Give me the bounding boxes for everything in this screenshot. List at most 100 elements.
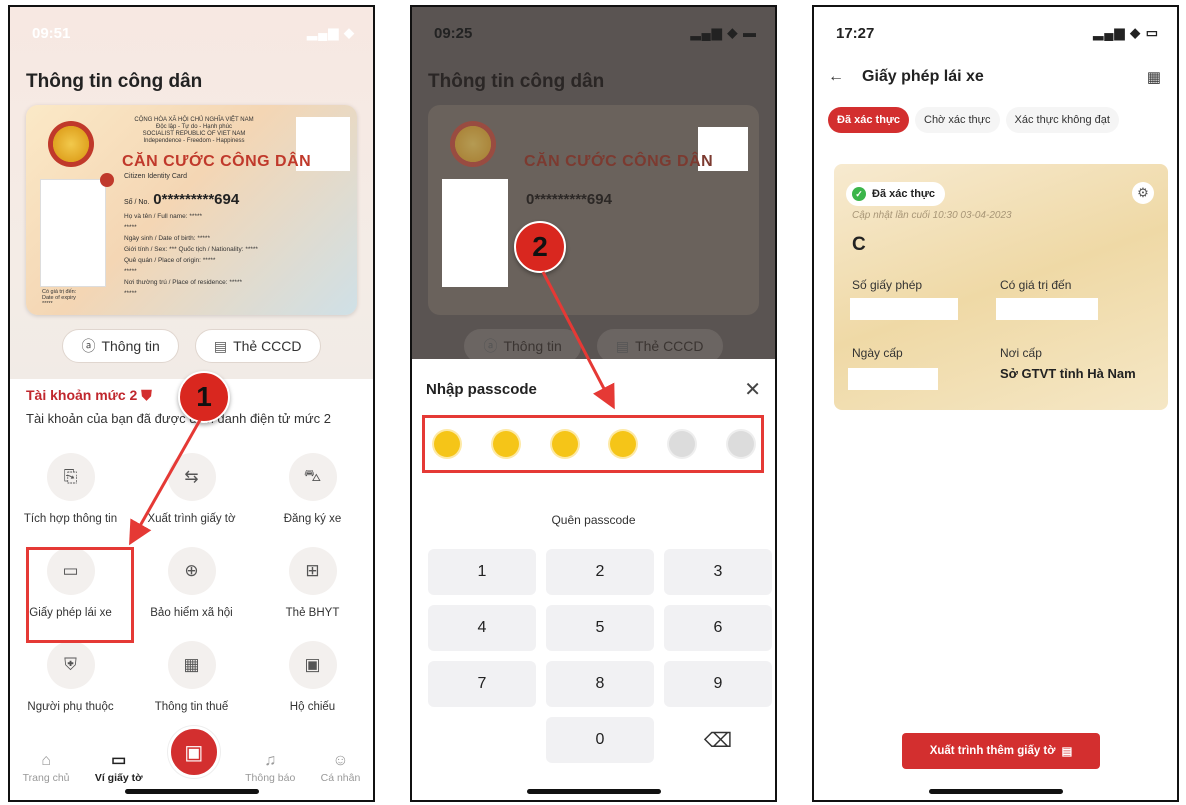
numeric-keypad: 1 2 3 4 5 6 7 8 9 0 ⌫ [428, 549, 772, 763]
card-expiry: Có giá trị đến: Date of expiry ***** [42, 289, 77, 307]
phone-screen-home: 09:51 ▂▄▆ ◆ Thông tin công dân CỘNG HÒA … [8, 5, 375, 802]
license-class: C [852, 234, 866, 255]
document-add-icon: ⎘ [46, 453, 95, 501]
present-more-documents-button[interactable]: Xuất trình thêm giấy tờ ▤ [902, 733, 1100, 769]
status-bar: 09:51 ▂▄▆ ◆ [32, 21, 355, 45]
valid-until-label: Có giá trị đến [1000, 278, 1072, 292]
gear-icon[interactable]: ⚙ [1132, 182, 1154, 204]
wallet-icon: ▭ [111, 752, 127, 769]
key-5[interactable]: 5 [546, 605, 654, 651]
user-circle-icon: ⓐ [483, 338, 498, 354]
back-arrow-icon[interactable]: ← [828, 68, 844, 86]
key-6[interactable]: 6 [664, 605, 772, 651]
chip-dot [100, 173, 114, 187]
key-9[interactable]: 9 [664, 661, 772, 707]
scan-button[interactable]: ▣ [167, 726, 220, 778]
info-button[interactable]: ⓐ Thông tin [62, 329, 179, 363]
card-title: CĂN CƯỚC CÔNG DÂN [122, 153, 312, 170]
home-indicator [526, 789, 661, 794]
step-2-badge: 2 [514, 221, 566, 273]
service-tax-info[interactable]: ▦ Thông tin thuế [131, 641, 252, 713]
service-health-insurance-card[interactable]: ⊞ Thẻ BHYT [252, 547, 373, 619]
citizen-id-card[interactable]: CỘNG HÒA XÃ HỘI CHỦ NGHĨA VIỆT NAM Độc l… [26, 105, 357, 315]
info-button: ⓐ Thông tin [464, 329, 581, 363]
service-vehicle-registration[interactable]: ⛍ Đăng ký xe [252, 453, 373, 525]
highlight-passcode [422, 415, 764, 473]
nav-notifications[interactable]: ♫ Thông báo [245, 752, 295, 784]
key-3[interactable]: 3 [664, 549, 772, 595]
national-emblem-icon [450, 121, 496, 167]
status-bar: 09:25 ▂▄▆ ◆ ▬ [434, 21, 757, 45]
highlight-driving-license [26, 547, 134, 643]
issue-place-label: Nơi cấp [1000, 346, 1042, 360]
id-card-button[interactable]: ▤ Thẻ CCCD [194, 329, 321, 363]
dimmed-background: 09:25 ▂▄▆ ◆ ▬ Thông tin công dân CĂN CƯỚ… [412, 7, 775, 363]
status-time: 09:51 [32, 24, 71, 42]
card-number: Số / No. 0*********694 [124, 191, 240, 208]
service-present-documents[interactable]: ⇆ Xuất trình giấy tờ [131, 453, 252, 525]
tab-pending[interactable]: Chờ xác thực [915, 107, 1000, 133]
license-card[interactable]: ✓ Đã xác thực ⚙ Cập nhật lần cuối 10:30 0… [834, 164, 1168, 410]
home-indicator [124, 789, 259, 794]
card-icon: ▤ [213, 337, 228, 354]
card-number: 0*********694 [526, 191, 612, 208]
user-icon: ☺ [332, 752, 349, 769]
status-time: 17:27 [836, 24, 875, 42]
national-emblem-icon [48, 121, 94, 167]
citizen-id-card: CĂN CƯỚC CÔNG DÂN 0*********694 [428, 105, 759, 315]
status-time: 09:25 [434, 24, 473, 42]
service-integrate-info[interactable]: ⎘ Tích hợp thông tin [10, 453, 131, 525]
card-title: CĂN CƯỚC CÔNG DÂN [524, 153, 714, 170]
passport-icon: ▣ [288, 641, 337, 689]
dependent-icon: ⛨ [46, 641, 95, 689]
top-bar: ← Giấy phép lái xe ▦ [828, 63, 1161, 91]
nav-home[interactable]: ⌂ Trang chủ [23, 752, 70, 784]
page-title: Giấy phép lái xe [862, 68, 984, 85]
valid-until-value [996, 298, 1098, 320]
tab-failed[interactable]: Xác thực không đạt [1005, 107, 1119, 133]
key-4[interactable]: 4 [428, 605, 536, 651]
license-number-value [850, 298, 958, 320]
key-7[interactable]: 7 [428, 661, 536, 707]
service-passport[interactable]: ▣ Hộ chiếu [252, 641, 373, 713]
signal-icon: ▂▄▆ ◆ [307, 25, 355, 40]
key-8[interactable]: 8 [546, 661, 654, 707]
account-level-title: Tài khoản mức 2 ⛊ [26, 387, 152, 403]
scan-icon: ▣ [184, 741, 204, 764]
passcode-sheet: Nhập passcode ✕ Quên passcode 1 2 3 4 5 … [412, 359, 775, 800]
card-icon: ▤ [1061, 746, 1073, 758]
nav-profile[interactable]: ☺ Cá nhân [321, 752, 361, 784]
insurance-icon: ⊕ [167, 547, 216, 595]
nav-wallet[interactable]: ▭ Ví giấy tờ [95, 750, 143, 784]
key-2[interactable]: 2 [546, 549, 654, 595]
service-dependents[interactable]: ⛨ Người phụ thuộc [10, 641, 131, 713]
key-1[interactable]: 1 [428, 549, 536, 595]
backspace-icon[interactable]: ⌫ [664, 717, 772, 763]
account-level-desc: Tài khoản của bạn đã được định danh điện… [26, 411, 331, 426]
issue-date-label: Ngày cấp [852, 346, 903, 360]
id-card-button: ▤ Thẻ CCCD [596, 329, 723, 363]
close-icon[interactable]: ✕ [744, 377, 761, 402]
user-circle-icon: ⓐ [81, 338, 96, 354]
tax-icon: ▦ [167, 641, 216, 689]
sheet-title: Nhập passcode [426, 381, 537, 398]
home-icon: ⌂ [41, 752, 51, 769]
signal-icon: ▂▄▆ ◆ ▬ [690, 25, 757, 40]
tab-verified[interactable]: Đã xác thực [828, 107, 909, 133]
qr-code-icon[interactable]: ▦ [1147, 68, 1161, 86]
card-subtitle: Citizen Identity Card [124, 173, 188, 180]
card-toggle: ⓐ Thông tin ▤ Thẻ CCCD [10, 329, 373, 363]
license-number-label: Số giấy phép [852, 278, 923, 292]
key-empty [428, 717, 536, 763]
transfer-icon: ⇆ [167, 453, 216, 501]
service-social-insurance[interactable]: ⊕ Bảo hiểm xã hội [131, 547, 252, 619]
forgot-passcode-link[interactable]: Quên passcode [412, 513, 775, 527]
status-tabs: Đã xác thực Chờ xác thực Xác thực không … [828, 107, 1119, 133]
key-0[interactable]: 0 [546, 717, 654, 763]
last-updated: Cập nhật lần cuối 10:30 03-04-2023 [852, 210, 1012, 221]
verified-badge: ✓ Đã xác thực [846, 182, 945, 206]
health-card-icon: ⊞ [288, 547, 337, 595]
check-icon: ✓ [852, 187, 866, 201]
card-details: Họ và tên / Full name: ***** ***** Ngày … [124, 213, 258, 297]
issue-place-value: Sở GTVT tỉnh Hà Nam [1000, 366, 1136, 381]
